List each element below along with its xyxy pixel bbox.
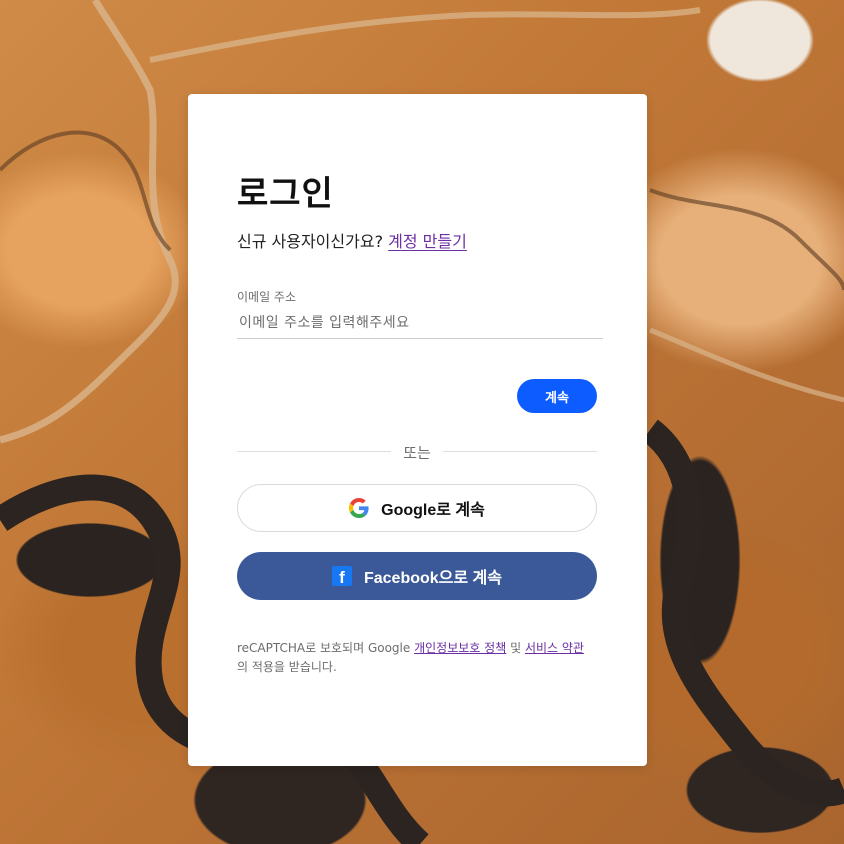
facebook-icon: f [331,566,352,586]
facebook-button-label: Facebook으로 계속 [363,570,502,587]
terms-of-service-link[interactable]: 서비스 약관 [525,641,584,655]
email-label: 이메일 주소 [237,290,297,304]
continue-button[interactable]: 계속 [517,379,597,413]
legal-prefix: reCAPTCHA로 보호되며 Google [237,641,411,655]
or-divider: 또는 [237,442,597,462]
email-field[interactable] [237,308,603,339]
google-icon [349,498,369,518]
google-button-label: Google로 계속 [381,502,485,519]
signup-prompt: 신규 사용자이신가요? 계정 만들기 [237,228,467,252]
legal-suffix: 의 적용을 받습니다. [237,660,337,674]
divider-text: 또는 [403,444,431,462]
signup-prompt-text: 신규 사용자이신가요? [237,232,384,251]
facebook-signin-button[interactable]: f Facebook으로 계속 [237,552,597,600]
page-title: 로그인 [237,174,334,214]
google-signin-button[interactable]: Google로 계속 [237,484,597,532]
recaptcha-notice: reCAPTCHA로 보호되며 Google 개인정보보호 정책 및 서비스 약… [237,639,607,677]
login-card: 로그인 신규 사용자이신가요? 계정 만들기 이메일 주소 계속 또는 Goog… [188,94,647,766]
privacy-policy-link[interactable]: 개인정보보호 정책 [414,641,506,655]
create-account-link[interactable]: 계정 만들기 [388,232,467,251]
legal-and: 및 [510,641,522,655]
divider-line-right [443,451,597,452]
